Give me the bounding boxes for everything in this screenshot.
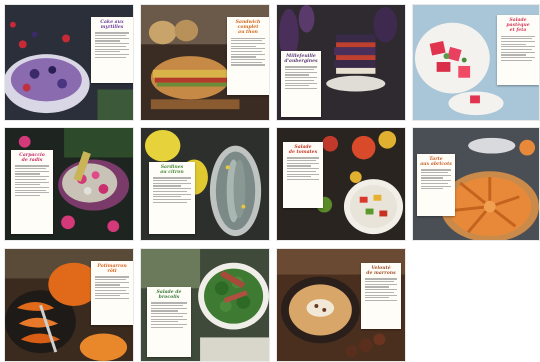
recipe-thumbnail-tomato-salad[interactable]: Salade de tomates <box>276 127 406 241</box>
recipe-thumbnail-broccoli-bowl[interactable]: Salade de brocolis <box>140 248 270 362</box>
recipe-card-watermelon-salad: Salade pastèque et feta <box>497 15 539 85</box>
recipe-title: Tarte aux abricots <box>420 157 452 168</box>
recipe-card-fish-lemon: Sardines au citron <box>149 162 195 234</box>
recipe-title: Salade de tomates <box>288 145 318 156</box>
recipe-title: Potimarron rôti <box>97 264 127 275</box>
recipe-thumbnail-bread-sandwich[interactable]: Sandwich complet au thon <box>140 4 270 121</box>
recipe-title: Salade de brocolis <box>156 290 182 301</box>
recipe-card-apricot-tart: Tarte aux abricots <box>417 154 455 216</box>
recipe-thumbnail-watermelon-salad[interactable]: Salade pastèque et feta <box>412 4 540 121</box>
recipe-thumbnail-pumpkin-roast[interactable]: Potimarron rôti <box>4 248 134 362</box>
recipe-thumbnail-eggplant-stack[interactable]: Millefeuille d'aubergines <box>276 4 406 121</box>
recipe-thumbnail-soup-bowl[interactable]: Velouté de marrons <box>276 248 406 362</box>
recipe-thumbnail-berry-cake[interactable]: Cake aux myrtilles <box>4 4 134 121</box>
recipe-card-berry-cake: Cake aux myrtilles <box>91 17 133 83</box>
recipe-title: Salade pastèque et feta <box>506 18 530 34</box>
recipe-title: Millefeuille d'aubergines <box>284 54 318 65</box>
recipe-title: Sardines au citron <box>160 165 184 176</box>
recipe-title: Carpaccio de radis <box>19 153 45 164</box>
recipe-card-radish-platter: Carpaccio de radis <box>11 150 53 234</box>
recipe-thumbnail-apricot-tart[interactable]: Tarte aux abricots <box>412 127 540 241</box>
recipe-card-tomato-salad: Salade de tomates <box>283 142 323 208</box>
recipe-thumbnail-fish-lemon[interactable]: Sardines au citron <box>140 127 270 241</box>
recipe-gallery: Cake aux myrtilles Sandwich complet au tho… <box>0 0 540 362</box>
recipe-title: Velouté de marrons <box>366 266 396 277</box>
recipe-title: Cake aux myrtilles <box>100 20 124 31</box>
recipe-thumbnail-radish-platter[interactable]: Carpaccio de radis <box>4 127 134 241</box>
recipe-card-pumpkin-roast: Potimarron rôti <box>91 261 133 325</box>
recipe-card-broccoli-bowl: Salade de brocolis <box>147 287 191 357</box>
recipe-card-eggplant-stack: Millefeuille d'aubergines <box>281 51 321 117</box>
recipe-card-soup-bowl: Velouté de marrons <box>361 263 401 329</box>
recipe-title: Sandwich complet au thon <box>235 20 261 36</box>
recipe-card-bread-sandwich: Sandwich complet au thon <box>227 17 269 95</box>
